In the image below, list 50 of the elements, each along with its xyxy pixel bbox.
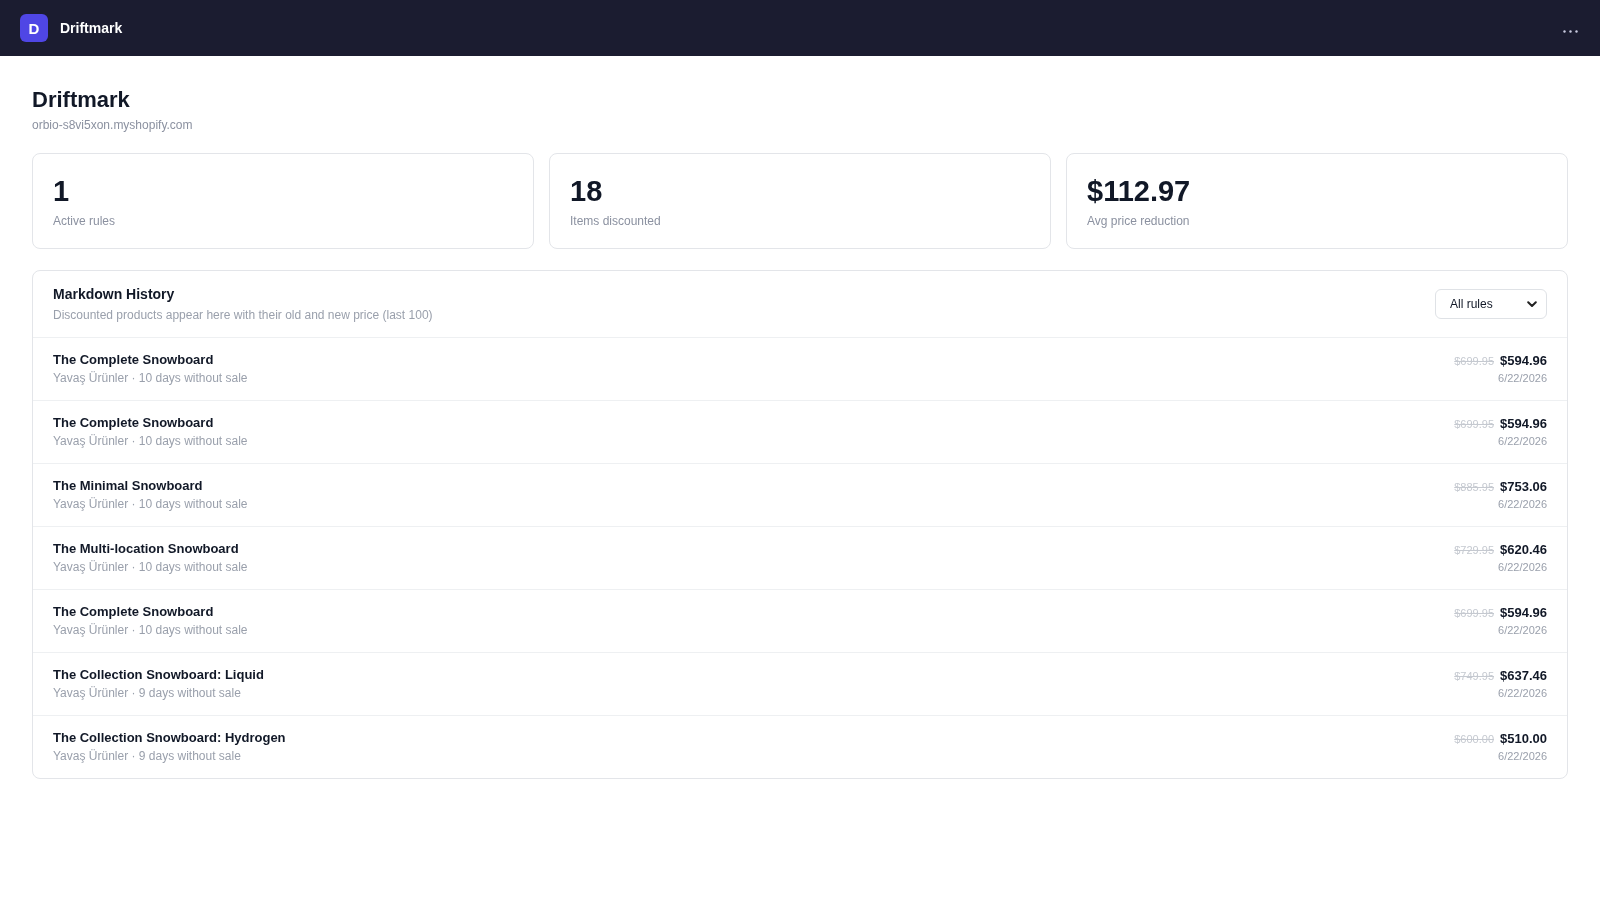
new-price: $594.96 [1500, 415, 1547, 433]
rule-info: Yavaş Ürünler · 10 days without sale [53, 559, 248, 576]
stat-value: $112.97 [1087, 174, 1191, 209]
markdown-date: 6/22/2026 [1498, 623, 1547, 638]
old-price: $885.95 [1454, 480, 1494, 495]
product-name: The Minimal Snowboard [53, 477, 203, 495]
new-price: $594.96 [1500, 352, 1547, 370]
stat-label: Avg price reduction [1087, 213, 1190, 229]
app-name: Driftmark [60, 20, 123, 36]
rule-info: Yavaş Ürünler · 10 days without sale [53, 370, 248, 387]
chevron-down-icon [1527, 300, 1537, 308]
rule-info: Yavaş Ürünler · 10 days without sale [53, 433, 248, 450]
new-price: $510.00 [1500, 730, 1547, 748]
panel-title: Markdown History [53, 285, 175, 304]
old-price: $749.95 [1454, 669, 1494, 684]
rule-info: Yavaş Ürünler · 9 days without sale [53, 685, 241, 702]
new-price: $637.46 [1500, 667, 1547, 685]
page-title: Driftmark [32, 86, 131, 114]
product-name: The Multi-location Snowboard [53, 540, 239, 558]
product-name: The Complete Snowboard [53, 351, 214, 369]
stat-label: Active rules [53, 213, 116, 229]
old-price: $699.95 [1454, 606, 1494, 621]
stat-value: 1 [53, 174, 70, 209]
new-price: $753.06 [1500, 478, 1547, 496]
product-name: The Complete Snowboard [53, 414, 214, 432]
panel-description: Discounted products appear here with their old and new price (last 100) [53, 307, 433, 324]
stat-value: 18 [570, 174, 603, 209]
more-options-icon[interactable] [1563, 29, 1578, 33]
old-price: $699.95 [1454, 354, 1494, 369]
rule-filter-dropdown[interactable]: All rules [1435, 289, 1547, 319]
product-name: The Complete Snowboard [53, 603, 214, 621]
old-price: $600.00 [1454, 732, 1494, 747]
stat-label: Items discounted [570, 213, 661, 229]
new-price: $594.96 [1500, 604, 1547, 622]
markdown-date: 6/22/2026 [1498, 749, 1547, 764]
markdown-date: 6/22/2026 [1498, 371, 1547, 386]
store-domain: orbio-s8vi5xon.myshopify.com [32, 118, 193, 132]
app-logo: D [20, 14, 48, 42]
product-name: The Collection Snowboard: Hydrogen [53, 729, 286, 747]
product-name: The Collection Snowboard: Liquid [53, 666, 264, 684]
rule-info: Yavaş Ürünler · 10 days without sale [53, 496, 248, 513]
rule-info: Yavaş Ürünler · 9 days without sale [53, 748, 241, 765]
markdown-date: 6/22/2026 [1498, 434, 1547, 449]
markdown-date: 6/22/2026 [1498, 560, 1547, 575]
rule-info: Yavaş Ürünler · 10 days without sale [53, 622, 248, 639]
old-price: $729.95 [1454, 543, 1494, 558]
old-price: $699.95 [1454, 417, 1494, 432]
markdown-date: 6/22/2026 [1498, 686, 1547, 701]
markdown-date: 6/22/2026 [1498, 497, 1547, 512]
new-price: $620.46 [1500, 541, 1547, 559]
